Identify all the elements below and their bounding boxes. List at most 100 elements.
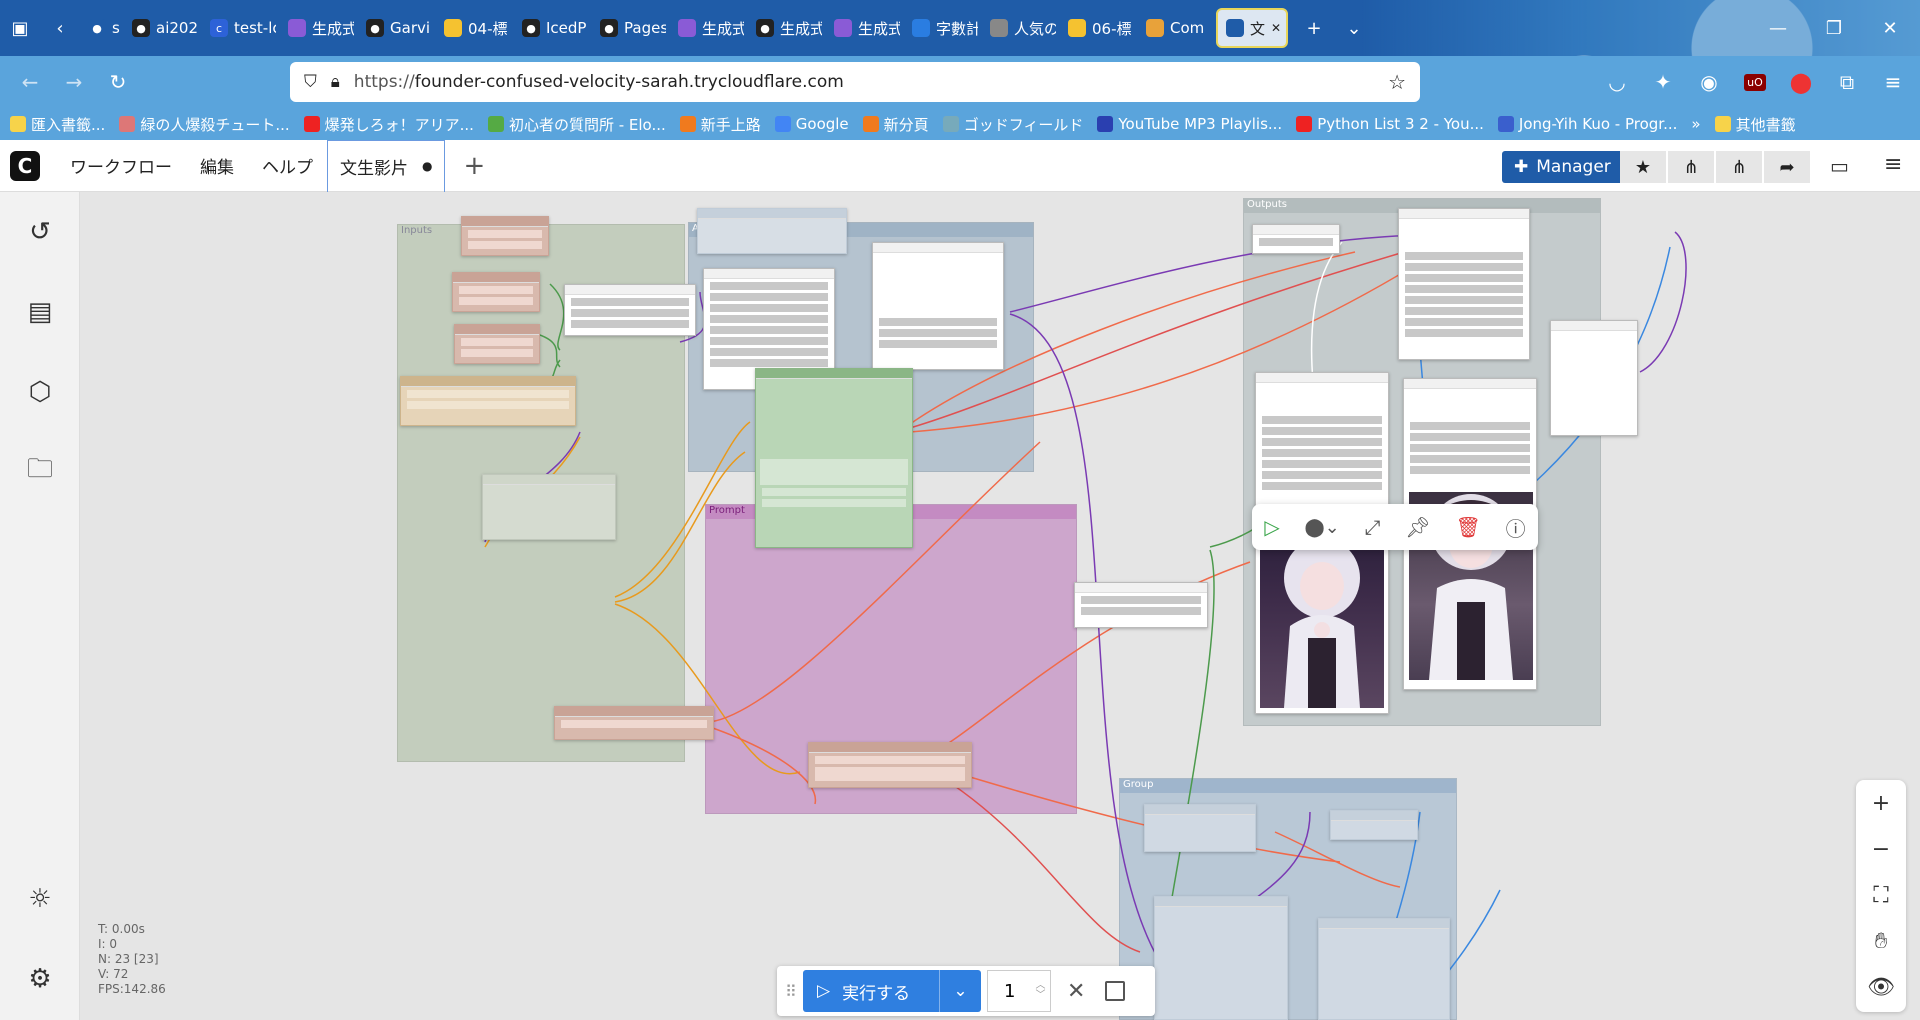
close-window-icon[interactable]: ✕ (1862, 0, 1918, 56)
tab-list-icon[interactable]: ⌄ (1334, 0, 1374, 56)
manager-button[interactable]: ✚ Manager (1502, 151, 1623, 183)
history-icon[interactable]: ↺ (20, 212, 60, 252)
delete-icon[interactable]: 🗑︎ (1455, 515, 1480, 539)
browser-tab[interactable]: 生成式 (670, 8, 744, 48)
pin-icon[interactable]: 📌︎ (1405, 515, 1430, 539)
context-options-node[interactable] (872, 242, 1004, 370)
run-node-icon[interactable]: ▷ (1264, 515, 1279, 539)
theme-toggle-icon[interactable]: ☼ (20, 879, 60, 919)
cancel-icon[interactable]: ✕ (1067, 979, 1085, 1004)
group-node[interactable] (1330, 810, 1418, 840)
input-node[interactable] (461, 216, 549, 256)
pocket-icon[interactable]: ◡ (1600, 56, 1634, 108)
queue-list-icon[interactable]: ▤ (20, 292, 60, 332)
color-picker-icon[interactable]: ⬤⌄ (1305, 517, 1340, 538)
batch-count-input[interactable]: 1 ︿ ﹀ (987, 970, 1051, 1012)
workflow-tab[interactable]: 文生影片 ● (327, 139, 446, 192)
run-button[interactable]: ▷ 実行する ⌄ (803, 970, 981, 1012)
browser-tab[interactable]: ● Garvi (358, 8, 432, 48)
restore-icon[interactable]: ❐ (1806, 0, 1862, 56)
browser-tab[interactable]: 人気の (982, 8, 1056, 48)
tab-overview-icon[interactable]: ▣ (0, 0, 40, 56)
comfy-logo-icon[interactable]: C (10, 150, 40, 181)
decode-node[interactable] (1074, 582, 1208, 628)
star-icon[interactable]: ★ (1620, 151, 1666, 183)
input-node[interactable] (454, 324, 540, 364)
browser-tab[interactable]: ● 生成式 (748, 8, 822, 48)
ublock-icon[interactable]: uO (1738, 56, 1772, 108)
reroute-node[interactable] (482, 474, 616, 540)
bookmark-item[interactable]: YouTube MP3 Playlis... (1097, 115, 1282, 133)
bookmark-item[interactable]: Google (774, 115, 849, 133)
bookmark-item[interactable]: 初心者の質問所 - Elo... (487, 114, 666, 135)
preview-node[interactable] (1550, 320, 1638, 436)
bookmark-item[interactable]: ゴッドフィールド (942, 114, 1083, 135)
browser-menu-icon[interactable]: ≡ (1876, 56, 1910, 108)
shield-extension-icon[interactable]: ⬤ (1784, 56, 1818, 108)
group-node[interactable] (1318, 918, 1450, 1020)
browser-tab[interactable]: 04-標 (436, 8, 510, 48)
browser-tab[interactable]: 字數計 (904, 8, 978, 48)
bookmarks-overflow-icon[interactable]: » (1691, 115, 1700, 133)
input-node[interactable] (452, 272, 540, 312)
stop-icon[interactable] (1105, 981, 1126, 1001)
pan-hand-icon[interactable]: ✋︎ (1856, 918, 1906, 964)
settings-gear-icon[interactable]: ⚙ (20, 959, 60, 999)
lora-node[interactable] (564, 284, 696, 336)
output-node[interactable] (1398, 208, 1530, 360)
new-tab-icon[interactable]: + (1294, 0, 1334, 56)
new-workflow-button[interactable]: + (445, 151, 503, 181)
account-icon[interactable]: ◉ (1692, 56, 1726, 108)
tab-scroll-left-icon[interactable]: ‹ (40, 0, 80, 56)
branch-icon[interactable]: ⋔ (1716, 151, 1762, 183)
browser-tab[interactable]: ● ai202 (124, 8, 198, 48)
share-arrow-icon[interactable]: ➦ (1764, 151, 1810, 183)
workflows-folder-icon[interactable]: 🗀 (20, 452, 60, 492)
extensions-puzzle-icon[interactable]: ⧉ (1830, 56, 1864, 108)
browser-tab[interactable]: 06-標 (1060, 8, 1134, 48)
browser-tab[interactable]: Com (1138, 8, 1212, 48)
model-library-icon[interactable]: ⬡ (20, 372, 60, 412)
browser-tab[interactable]: 文 ✕ (1216, 8, 1288, 48)
minimize-icon[interactable]: — (1750, 0, 1806, 56)
back-icon[interactable]: ← (8, 56, 52, 108)
reload-icon[interactable]: ↻ (96, 56, 140, 108)
bookmark-star-icon[interactable]: ☆ (1388, 70, 1406, 94)
bookmark-item[interactable]: 緑の人爆殺チュート... (119, 114, 290, 135)
bookmark-item[interactable]: 匯入書籤... (10, 114, 105, 135)
address-bar[interactable]: ⛉ 🔒︎ https://founder-confused-velocity-s… (290, 62, 1420, 102)
hamburger-menu-icon[interactable]: ≡ (1884, 152, 1902, 177)
browser-tab[interactable]: c test-lc (202, 8, 276, 48)
group-node[interactable] (1154, 896, 1288, 1020)
prompt-node[interactable] (808, 742, 972, 788)
zoom-out-icon[interactable]: − (1856, 826, 1906, 872)
bookmark-item[interactable]: Python List 3 2 - You... (1296, 115, 1484, 133)
prompt-node[interactable] (554, 706, 714, 740)
browser-tab[interactable]: 生成式 (280, 8, 354, 48)
toggle-links-eye-icon[interactable]: 👁︎ (1856, 964, 1906, 1010)
output-node[interactable] (1252, 224, 1340, 254)
share-tree-icon[interactable]: ⋔ (1668, 151, 1714, 183)
fit-view-icon[interactable]: ⛶ (1856, 872, 1906, 918)
stepper-icon[interactable]: ︿ ﹀ (1035, 981, 1045, 1001)
menu-help[interactable]: ヘルプ (248, 153, 327, 178)
drag-handle-icon[interactable]: ⠿ (785, 982, 797, 1001)
browser-tab[interactable]: ● IcedP (514, 8, 588, 48)
node-canvas[interactable]: Inputs Animate Diff Nodes Prompt Outputs… (80, 192, 1920, 1020)
menu-workflow[interactable]: ワークフロー (56, 153, 186, 178)
panel-toggle-icon[interactable]: ▭ (1830, 154, 1849, 178)
bookmark-item[interactable]: Jong-Yih Kuo - Progr... (1497, 115, 1677, 133)
extension-icon[interactable]: ✦ (1646, 56, 1680, 108)
help-icon[interactable]: ⓘ (1506, 513, 1526, 542)
menu-edit[interactable]: 編集 (186, 153, 248, 178)
run-options-chevron-icon[interactable]: ⌄ (939, 970, 981, 1012)
bookmark-item[interactable]: 新分頁 (862, 114, 929, 135)
ksampler-node[interactable] (755, 368, 913, 548)
bookmark-item[interactable]: 新手上路 (679, 114, 761, 135)
checkpoint-loader-node[interactable] (400, 376, 576, 426)
zoom-in-icon[interactable]: + (1856, 780, 1906, 826)
bypass-icon[interactable]: ⤢ (1365, 515, 1381, 539)
bookmark-item[interactable]: 其他書籤 (1714, 114, 1796, 135)
bookmark-item[interactable]: 爆発しろォ！アリア... (303, 114, 474, 135)
forward-icon[interactable]: → (52, 56, 96, 108)
